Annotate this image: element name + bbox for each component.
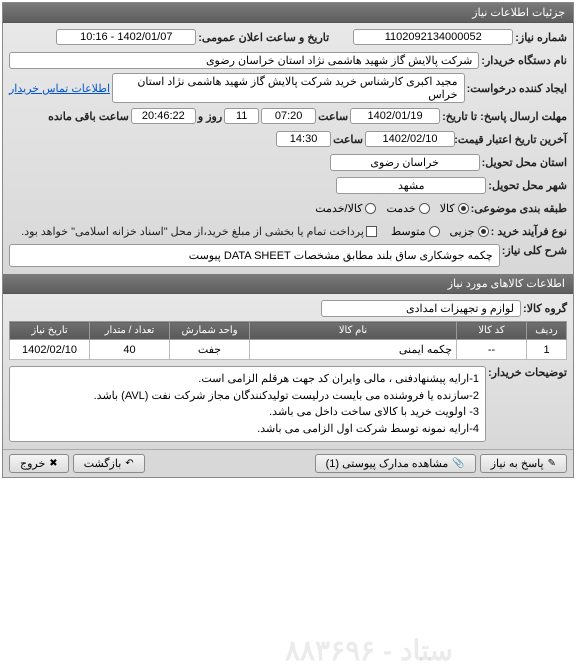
deadline-date-field: 1402/01/19 bbox=[350, 108, 440, 124]
province-label: استان محل تحویل: bbox=[482, 156, 567, 169]
buyer-notes-box: 1-ارایه پیشنهادفنی ، مالی وایران کد جهت … bbox=[9, 366, 486, 442]
cell-qty: 40 bbox=[90, 340, 170, 360]
need-no-label: شماره نیاز: bbox=[515, 31, 567, 44]
reply-button[interactable]: ✎ پاسخ به نیاز bbox=[480, 454, 567, 473]
radio-dot-icon bbox=[478, 226, 489, 237]
public-date-label: تاریخ و ساعت اعلان عمومی: bbox=[198, 31, 329, 44]
time-label-1: ساعت bbox=[318, 110, 348, 123]
note-line-2: 2-سازنده یا فروشنده می بایست درلیست تولی… bbox=[16, 388, 479, 405]
radio-circle-icon bbox=[429, 226, 440, 237]
buyer-notes-label: توضیحات خریدار: bbox=[488, 366, 567, 379]
payment-checkbox[interactable] bbox=[366, 226, 377, 237]
category-label: طبقه بندی موضوعی: bbox=[471, 202, 567, 215]
credit-time-field: 14:30 bbox=[276, 131, 331, 147]
credit-date-field: 1402/02/10 bbox=[365, 131, 455, 147]
reply-label: پاسخ به نیاز bbox=[491, 457, 544, 470]
city-field: مشهد bbox=[336, 177, 486, 194]
exit-button[interactable]: ✖ خروج bbox=[9, 454, 69, 473]
col-name: نام کالا bbox=[250, 322, 457, 340]
radio-goods-service[interactable]: کالا/خدمت bbox=[315, 202, 376, 215]
radio-service[interactable]: خدمت bbox=[386, 202, 429, 215]
cell-date: 1402/02/10 bbox=[10, 340, 90, 360]
day-label: روز و bbox=[198, 110, 222, 123]
radio-goods-label: کالا bbox=[440, 202, 455, 215]
city-label: شهر محل تحویل: bbox=[488, 179, 567, 192]
radio-circle-icon bbox=[419, 203, 430, 214]
cell-unit: جفت bbox=[170, 340, 250, 360]
items-table: ردیف کد کالا نام کالا واحد شمارش تعداد /… bbox=[9, 321, 567, 360]
attachments-button[interactable]: 📎 مشاهده مدارک پیوستی (1) bbox=[315, 454, 476, 473]
contact-link[interactable]: اطلاعات تماس خریدار bbox=[9, 82, 110, 95]
exit-label: خروج bbox=[20, 457, 45, 470]
remain-label: ساعت باقی مانده bbox=[48, 110, 129, 123]
items-header: اطلاعات کالاهای مورد نیاز bbox=[3, 274, 573, 294]
need-no-field: 1102092134000052 bbox=[353, 29, 513, 45]
footer-bar: ✎ پاسخ به نیاز 📎 مشاهده مدارک پیوستی (1)… bbox=[3, 449, 573, 477]
radio-medium-label: متوسط bbox=[391, 225, 426, 238]
table-header-row: ردیف کد کالا نام کالا واحد شمارش تعداد /… bbox=[10, 322, 567, 340]
back-icon: ↶ bbox=[125, 458, 133, 469]
buyer-org-field: شرکت پالایش گاز شهید هاشمی نژاد استان خر… bbox=[9, 52, 479, 69]
process-label: نوع فرآیند خرید : bbox=[491, 225, 567, 238]
back-button[interactable]: ↶ بازگشت bbox=[73, 454, 145, 473]
creator-field: مجید اکبری کارشناس خرید شرکت پالایش گاز … bbox=[112, 73, 465, 103]
radio-goods[interactable]: کالا bbox=[440, 202, 469, 215]
desc-box: چکمه جوشکاری ساق بلند مطابق مشخصات DATA … bbox=[9, 244, 500, 267]
group-label: گروه کالا: bbox=[523, 302, 567, 315]
reply-icon: ✎ bbox=[548, 458, 556, 469]
deadline-time-field: 07:20 bbox=[261, 108, 316, 124]
buyer-org-label: نام دستگاه خریدار: bbox=[481, 54, 567, 67]
credit-label: آخرین تاریخ اعتبار قیمت: تا تاریخ: bbox=[457, 133, 567, 146]
attach-label: مشاهده مدارک پیوستی (1) bbox=[326, 457, 449, 470]
note-line-1: 1-ارایه پیشنهادفنی ، مالی وایران کد جهت … bbox=[16, 371, 479, 388]
radio-dot-icon bbox=[458, 203, 469, 214]
note-line-3: 3- اولویت خرید با کالای ساخت داخل می باش… bbox=[16, 404, 479, 421]
table-row: 1 -- چکمه ایمنی جفت 40 1402/02/10 bbox=[10, 340, 567, 360]
countdown-field: 20:46:22 bbox=[131, 108, 196, 124]
radio-circle-icon bbox=[365, 203, 376, 214]
items-body: گروه کالا: لوازم و تجهیزات امدادی ردیف ک… bbox=[3, 294, 573, 449]
reply-deadline-label: مهلت ارسال پاسخ: تا تاریخ: bbox=[442, 110, 567, 123]
creator-label: ایجاد کننده درخواست: bbox=[467, 82, 567, 95]
cell-name: چکمه ایمنی bbox=[250, 340, 457, 360]
main-panel: جزئیات اطلاعات نیاز شماره نیاز: 11020921… bbox=[2, 2, 574, 478]
desc-label: شرح کلی نیاز: bbox=[502, 244, 567, 257]
col-qty: تعداد / متدار bbox=[90, 322, 170, 340]
radio-medium[interactable]: متوسط bbox=[391, 225, 440, 238]
exit-icon: ✖ bbox=[49, 458, 57, 469]
payment-note: پرداخت تمام یا بخشی از مبلغ خرید،از محل … bbox=[21, 225, 364, 238]
attachment-icon: 📎 bbox=[452, 458, 464, 469]
form-body: شماره نیاز: 1102092134000052 تاریخ و ساع… bbox=[3, 23, 573, 274]
process-radios: جزیی متوسط bbox=[391, 225, 489, 238]
back-label: بازگشت bbox=[84, 457, 122, 470]
radio-partial-label: جزیی bbox=[450, 225, 475, 238]
watermark: ستاد - ۸۸۳۶۹۶ bbox=[285, 634, 453, 667]
cell-code: -- bbox=[457, 340, 527, 360]
note-line-4: 4-ارایه نمونه توسط شرکت اول الزامی می با… bbox=[16, 421, 479, 438]
col-unit: واحد شمارش bbox=[170, 322, 250, 340]
category-radios: کالا خدمت کالا/خدمت bbox=[315, 202, 468, 215]
province-field: خراسان رضوی bbox=[330, 154, 480, 171]
public-date-field: 1402/01/07 - 10:16 bbox=[56, 29, 196, 45]
days-field: 11 bbox=[224, 108, 259, 124]
panel-title: جزئیات اطلاعات نیاز bbox=[3, 3, 573, 23]
col-date: تاریخ نیاز bbox=[10, 322, 90, 340]
radio-partial[interactable]: جزیی bbox=[450, 225, 489, 238]
col-row: ردیف bbox=[527, 322, 567, 340]
radio-service-label: خدمت bbox=[386, 202, 415, 215]
cell-row: 1 bbox=[527, 340, 567, 360]
col-code: کد کالا bbox=[457, 322, 527, 340]
radio-gs-label: کالا/خدمت bbox=[315, 202, 362, 215]
time-label-2: ساعت bbox=[333, 133, 363, 146]
group-field: لوازم و تجهیزات امدادی bbox=[321, 300, 521, 317]
